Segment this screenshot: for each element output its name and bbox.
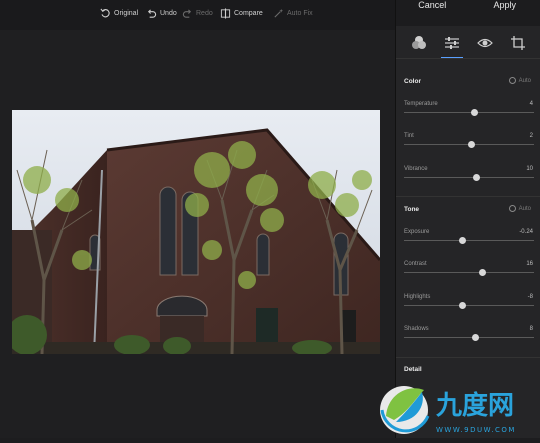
auto-fix-button[interactable]: Auto Fix xyxy=(273,8,313,19)
leaf-logo-icon: 九度网 WWW.9DUW.COM xyxy=(372,372,540,438)
shadows-slider[interactable] xyxy=(404,337,534,338)
tab-filters[interactable] xyxy=(410,34,428,52)
tint-slider[interactable] xyxy=(404,144,534,145)
exposure-slider[interactable] xyxy=(404,240,534,241)
temperature-value: 4 xyxy=(530,101,533,107)
magic-wand-icon xyxy=(273,8,284,19)
temperature-thumb[interactable] xyxy=(471,109,478,116)
eye-icon xyxy=(476,34,494,52)
compare-button[interactable]: Compare xyxy=(220,8,263,19)
redo-button[interactable]: Redo xyxy=(182,8,213,19)
redo-icon xyxy=(182,8,193,19)
rotate-left-icon xyxy=(100,8,111,19)
color-auto-label: Auto xyxy=(519,78,531,84)
contrast-value: 16 xyxy=(526,261,533,267)
redo-label: Redo xyxy=(196,10,213,17)
tint-thumb[interactable] xyxy=(468,141,475,148)
color-section-title: Color xyxy=(404,78,421,85)
panel-tabs xyxy=(396,30,540,59)
radio-icon xyxy=(509,205,516,212)
shadows-value: 8 xyxy=(530,326,533,332)
adjust-icon xyxy=(443,34,461,52)
contrast-thumb[interactable] xyxy=(479,269,486,276)
original-button[interactable]: Original xyxy=(100,8,138,19)
editor-toolbar: Original Undo Redo Compare Auto Fix xyxy=(0,0,395,30)
tint-value: 2 xyxy=(530,133,533,139)
filters-icon xyxy=(410,34,428,52)
temperature-slider[interactable] xyxy=(404,112,534,113)
vibrance-thumb[interactable] xyxy=(473,174,480,181)
undo-button[interactable]: Undo xyxy=(146,8,177,19)
compare-label: Compare xyxy=(234,10,263,17)
exposure-thumb[interactable] xyxy=(459,237,466,244)
panel-actions: Cancel Apply xyxy=(396,0,540,26)
watermark-brand: 九度网 xyxy=(435,390,514,421)
compare-icon xyxy=(220,8,231,19)
tone-section-title: Tone xyxy=(404,206,419,213)
watermark-logo: 九度网 WWW.9DUW.COM xyxy=(372,372,540,438)
exposure-value: -0.24 xyxy=(519,229,533,235)
apply-button[interactable]: Apply xyxy=(469,0,540,26)
highlights-value: -8 xyxy=(528,294,533,300)
auto-fix-label: Auto Fix xyxy=(287,10,313,17)
tab-crop[interactable] xyxy=(509,34,527,52)
contrast-label: Contrast xyxy=(404,261,427,267)
shadows-thumb[interactable] xyxy=(472,334,479,341)
temperature-label: Temperature xyxy=(404,101,438,107)
watermark-url: WWW.9DUW.COM xyxy=(436,426,516,434)
shadows-label: Shadows xyxy=(404,326,429,332)
tint-label: Tint xyxy=(404,133,414,139)
tone-auto-toggle[interactable]: Auto xyxy=(509,205,531,212)
tab-view[interactable] xyxy=(476,34,494,52)
vibrance-slider[interactable] xyxy=(404,177,534,178)
highlights-label: Highlights xyxy=(404,294,430,300)
tone-auto-label: Auto xyxy=(519,206,531,212)
color-auto-toggle[interactable]: Auto xyxy=(509,77,531,84)
highlights-thumb[interactable] xyxy=(459,302,466,309)
contrast-slider[interactable] xyxy=(404,272,534,273)
section-divider xyxy=(396,196,540,197)
radio-icon xyxy=(509,77,516,84)
vibrance-value: 10 xyxy=(526,166,533,172)
highlights-slider[interactable] xyxy=(404,305,534,306)
section-divider xyxy=(396,357,540,358)
tab-adjust[interactable] xyxy=(443,34,461,52)
vibrance-label: Vibrance xyxy=(404,166,428,172)
church-photo xyxy=(12,110,380,354)
undo-label: Undo xyxy=(160,10,177,17)
crop-icon xyxy=(509,34,527,52)
undo-icon xyxy=(146,8,157,19)
exposure-label: Exposure xyxy=(404,229,429,235)
cancel-button[interactable]: Cancel xyxy=(396,0,469,26)
edited-photo[interactable] xyxy=(12,110,380,354)
original-label: Original xyxy=(114,10,138,17)
